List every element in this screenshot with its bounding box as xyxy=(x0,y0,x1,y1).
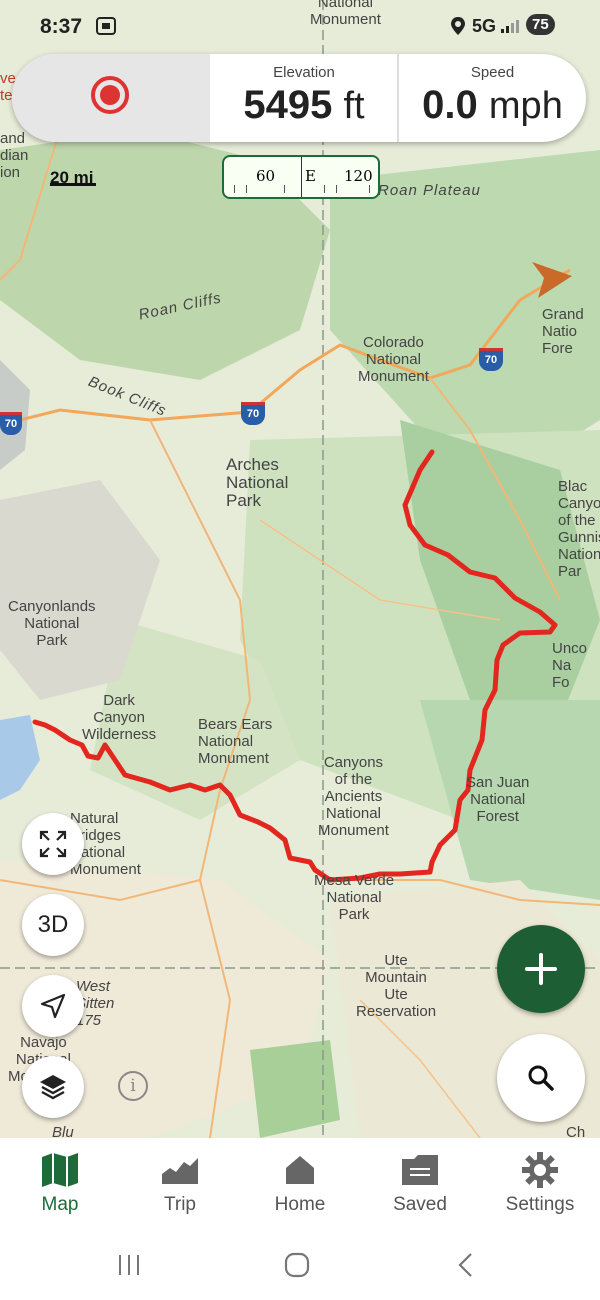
nav-item-trip[interactable]: Trip xyxy=(120,1138,240,1230)
signal-icon xyxy=(501,20,519,33)
status-bar: 8:37 5G 75 xyxy=(0,0,600,52)
map-label: Canyonlands National Park xyxy=(8,598,96,649)
search-icon xyxy=(528,1065,554,1091)
info-button[interactable]: i xyxy=(118,1071,148,1101)
location-pin-icon xyxy=(451,17,465,35)
network-type: 5G xyxy=(472,16,497,36)
elevation-readout: Elevation 5495 ft xyxy=(210,54,398,142)
map-label: Unco Na Fo xyxy=(552,640,588,691)
system-navigation-bar xyxy=(0,1230,600,1300)
locate-button[interactable] xyxy=(22,975,84,1037)
nav-label: Saved xyxy=(393,1194,447,1215)
layers-icon xyxy=(40,1075,66,1100)
record-dot xyxy=(100,85,120,105)
folder-icon xyxy=(402,1155,438,1185)
recent-apps-icon[interactable] xyxy=(116,1252,142,1278)
elevation-value: 5495 xyxy=(243,83,333,127)
interstate-shield: 70 xyxy=(241,402,265,425)
map-icon xyxy=(42,1153,78,1187)
nav-item-settings[interactable]: Settings xyxy=(480,1138,600,1230)
compass-strip[interactable]: 60 E 120 xyxy=(222,155,380,199)
map-label: Grand Natio Fore xyxy=(542,306,584,357)
nav-item-saved[interactable]: Saved xyxy=(360,1138,480,1230)
nav-label: Trip xyxy=(163,1194,197,1215)
record-button[interactable] xyxy=(12,54,210,142)
compass-left-value: 60 xyxy=(256,167,276,185)
map-label: Roan Plateau xyxy=(378,182,481,199)
map-label: Mesa Verde National Park xyxy=(314,872,395,923)
speed-readout: Speed 0.0 mph xyxy=(399,54,586,142)
map-label: Canyons of the Ancients National Monumen… xyxy=(318,754,389,839)
map-view[interactable]: 70 70 70 National Monument Roan Plateau … xyxy=(0,0,600,1138)
nav-label: Map xyxy=(41,1194,79,1215)
gear-icon xyxy=(522,1152,558,1188)
map-label: Colorado National Monument xyxy=(358,334,429,385)
interstate-shield: 70 xyxy=(0,412,22,435)
info-icon: i xyxy=(130,1076,136,1096)
speed-label: Speed xyxy=(470,64,515,81)
map-label: Ch xyxy=(566,1124,586,1138)
map-label: Ute Mountain Ute Reservation xyxy=(356,952,437,1020)
map-label: Dark Canyon Wilderness xyxy=(82,692,157,743)
location-arrow-icon xyxy=(532,262,572,298)
interstate-shield: 70 xyxy=(479,348,503,371)
map-label: Arches National Park xyxy=(226,455,289,510)
tracking-panel: Elevation 5495 ft Speed 0.0 mph xyxy=(12,54,586,142)
expand-icon xyxy=(39,830,67,858)
home-button-icon[interactable] xyxy=(283,1251,311,1279)
compass-needle xyxy=(301,157,302,197)
3d-label: 3D xyxy=(37,911,69,938)
compass-heading: E xyxy=(305,167,316,185)
map-label: Blac Canyo of the Gunniso Nation Par xyxy=(558,478,600,580)
add-button[interactable] xyxy=(497,925,585,1013)
speed-value: 0.0 xyxy=(422,83,478,127)
map-label: Blu xyxy=(52,1124,74,1138)
back-icon[interactable] xyxy=(455,1252,477,1278)
nav-item-map[interactable]: Map xyxy=(0,1138,120,1230)
compass-right-value: 120 xyxy=(344,167,373,185)
battery-level: 75 xyxy=(526,14,555,35)
home-icon xyxy=(286,1156,314,1184)
bottom-navigation: Map Trip Home Saved Settings xyxy=(0,1138,600,1230)
nav-item-home[interactable]: Home xyxy=(240,1138,360,1230)
chart-icon xyxy=(162,1158,198,1184)
clock: 8:37 xyxy=(40,15,83,38)
map-label: San Juan National Forest xyxy=(466,774,530,825)
3d-toggle-button[interactable]: 3D xyxy=(22,894,84,956)
elevation-label: Elevation xyxy=(273,64,335,81)
scale-bar xyxy=(50,183,96,186)
plus-icon xyxy=(525,953,557,985)
nav-label: Home xyxy=(274,1194,326,1215)
map-label: Bears Ears National Monument xyxy=(198,716,273,767)
elevation-unit: ft xyxy=(343,85,365,127)
screenshot-icon xyxy=(96,17,116,35)
speed-unit: mph xyxy=(488,85,563,127)
nav-label: Settings xyxy=(505,1194,575,1215)
layers-button[interactable] xyxy=(22,1056,84,1118)
fullscreen-button[interactable] xyxy=(22,813,84,875)
search-button[interactable] xyxy=(497,1034,585,1122)
navigation-arrow-icon xyxy=(40,993,66,1019)
